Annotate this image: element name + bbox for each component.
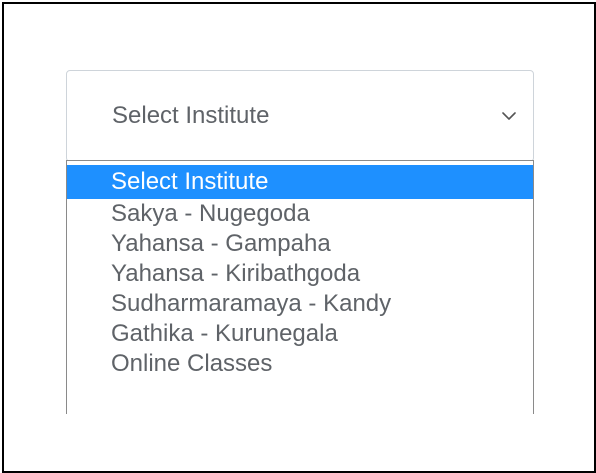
option-online-classes[interactable]: Online Classes [67, 349, 533, 379]
option-yahansa-kiribathgoda[interactable]: Yahansa - Kiribathgoda [67, 259, 533, 289]
option-sudharmaramaya-kandy[interactable]: Sudharmaramaya - Kandy [67, 289, 533, 319]
option-select-institute[interactable]: Select Institute [67, 165, 533, 199]
chevron-down-icon [502, 112, 516, 120]
institute-select[interactable]: Select Institute [66, 70, 534, 162]
option-yahansa-gampaha[interactable]: Yahansa - Gampaha [67, 229, 533, 259]
option-sakya-nugegoda[interactable]: Sakya - Nugegoda [67, 199, 533, 229]
institute-dropdown-list[interactable]: Select Institute Sakya - Nugegoda Yahans… [66, 160, 534, 414]
institute-select-value: Select Institute [112, 102, 270, 129]
option-gathika-kurunegala[interactable]: Gathika - Kurunegala [67, 319, 533, 349]
